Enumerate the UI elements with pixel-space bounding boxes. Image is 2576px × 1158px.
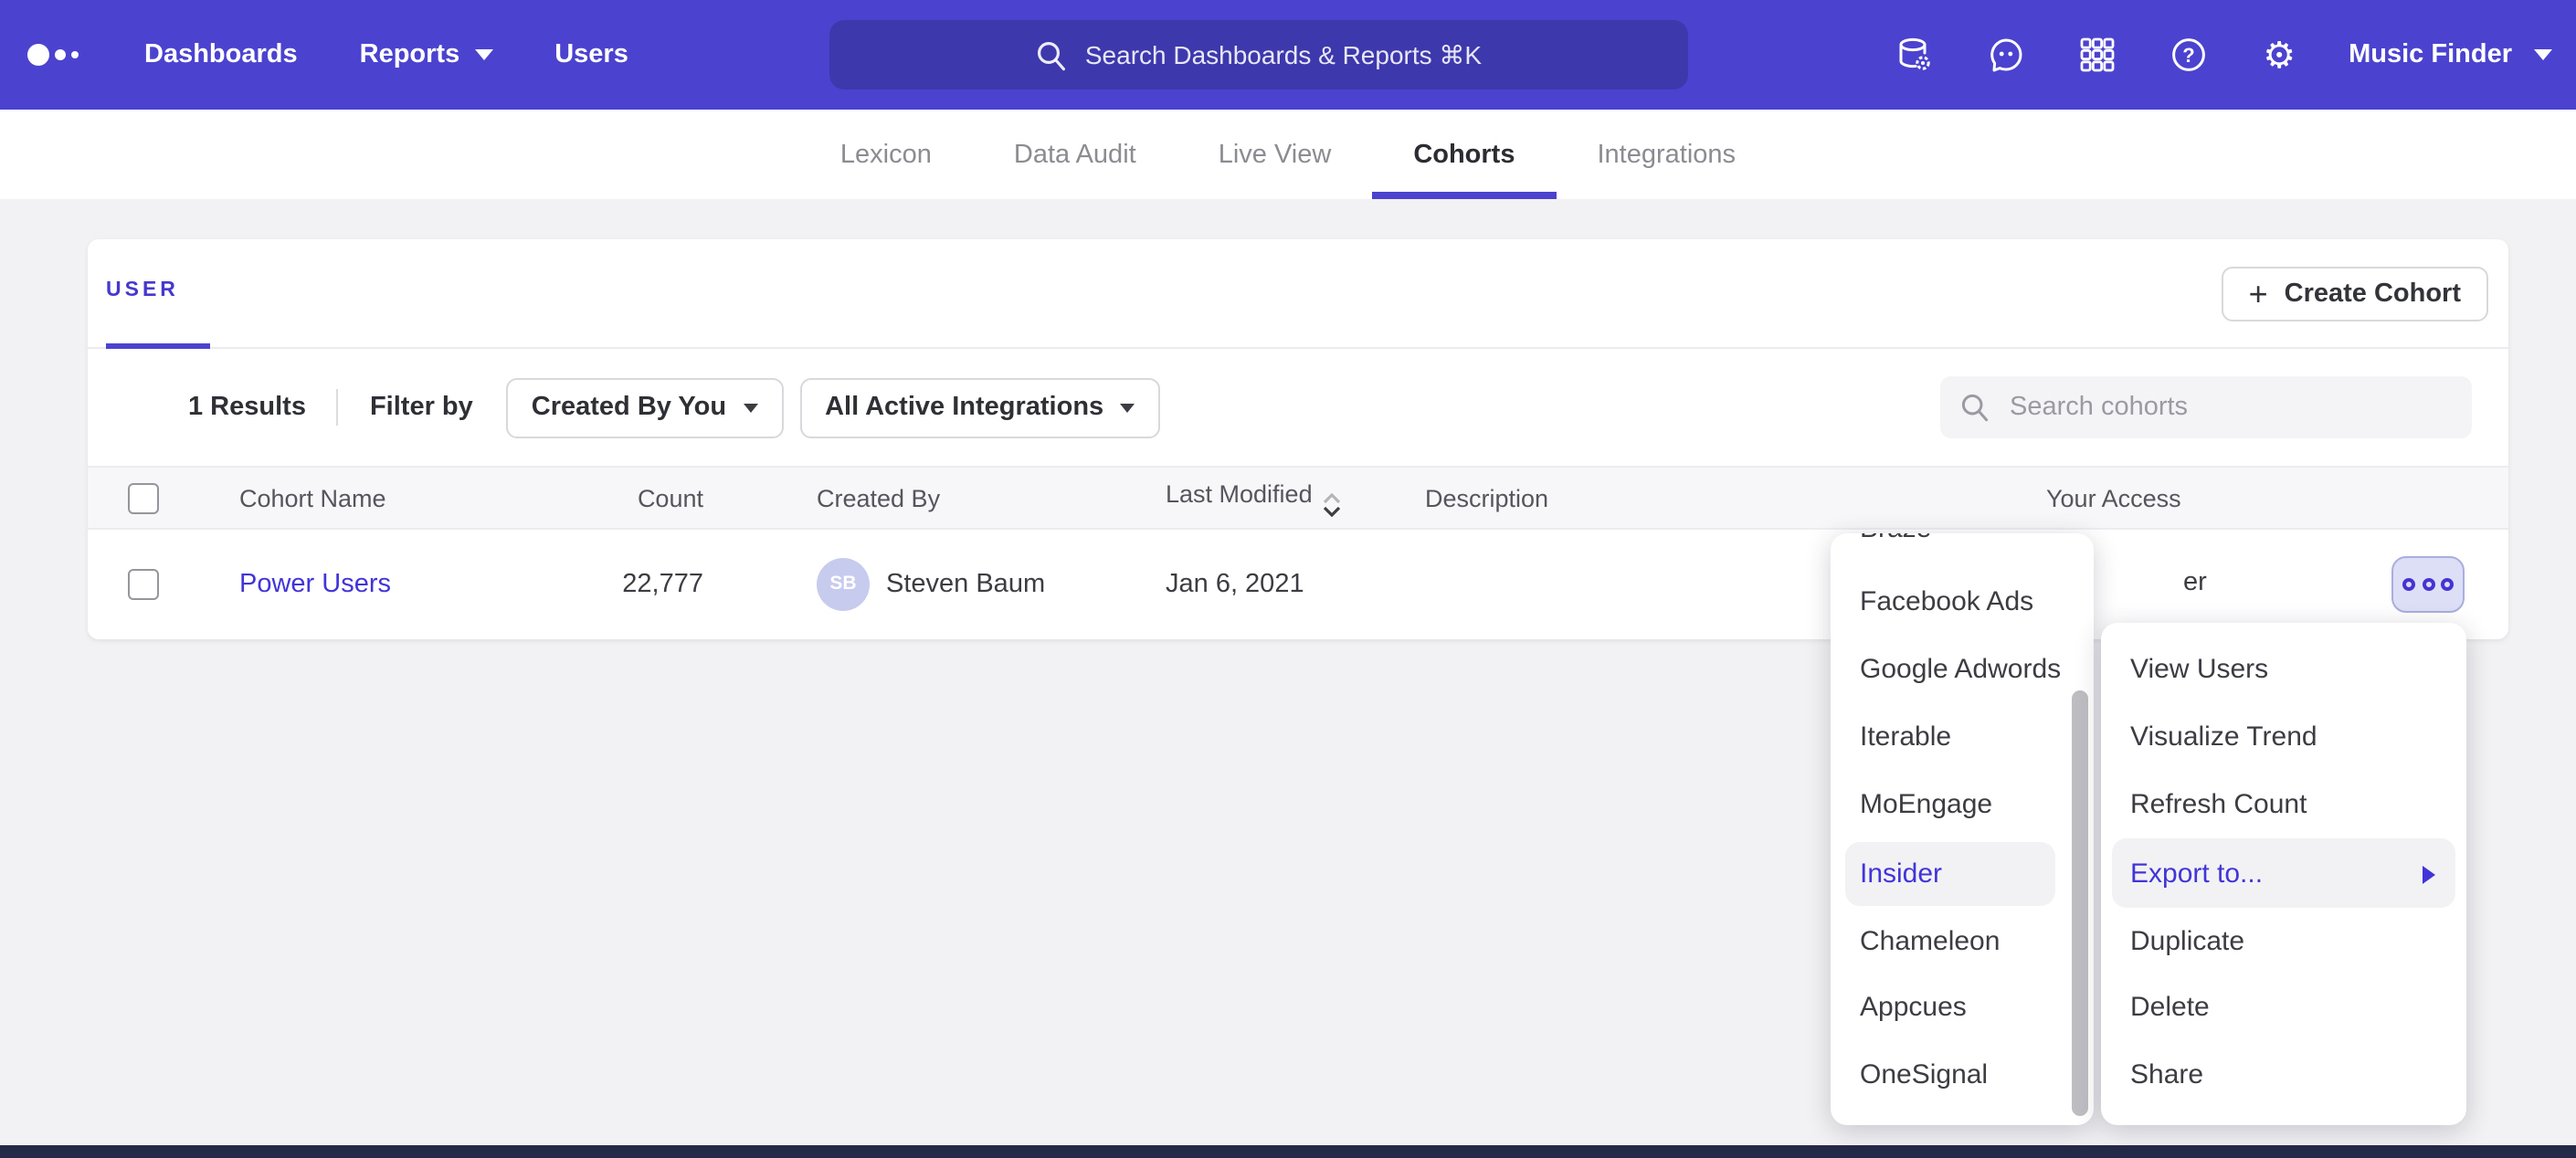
avatar: SB xyxy=(817,557,870,610)
app-window: Dashboards Reports Users Search Dashboar… xyxy=(0,0,2576,1158)
cohort-count: 22,777 xyxy=(622,569,703,598)
select-all-checkbox[interactable] xyxy=(128,482,159,513)
menu-item-share[interactable]: Share xyxy=(2101,1043,2466,1107)
tab-user-cohorts[interactable]: USER xyxy=(106,279,179,301)
menu-scrollbar[interactable] xyxy=(2072,690,2088,1116)
menu-item-refresh-count[interactable]: Refresh Count xyxy=(2101,773,2466,837)
apps-grid-icon[interactable] xyxy=(2075,33,2118,77)
project-selector[interactable]: Music Finder xyxy=(2349,40,2552,69)
menu-item-moengage[interactable]: MoEngage xyxy=(1831,773,2094,837)
menu-item-braze[interactable]: Braze xyxy=(1831,533,2094,561)
divider xyxy=(337,389,339,426)
tab-live-view[interactable]: Live View xyxy=(1215,110,1336,199)
row-actions-menu: View Users Visualize Trend Refresh Count… xyxy=(2101,623,2466,1125)
active-tab-underline xyxy=(1371,192,1557,199)
menu-item-appcues[interactable]: Appcues xyxy=(1831,975,2094,1039)
svg-text:?: ? xyxy=(2181,44,2193,67)
feedback-chat-icon[interactable] xyxy=(1983,33,2027,77)
menu-item-facebook-ads[interactable]: Facebook Ads xyxy=(1831,570,2094,634)
table-header: Cohort Name Count Created By Last Modifi… xyxy=(88,466,2508,530)
filter-by-label: Filter by xyxy=(370,393,473,422)
data-management-icon[interactable] xyxy=(1892,33,1936,77)
search-icon xyxy=(1960,393,1990,422)
global-search-button[interactable]: Search Dashboards & Reports ⌘K xyxy=(829,20,1688,89)
bottom-bar xyxy=(0,1145,2576,1158)
top-navbar: Dashboards Reports Users Search Dashboar… xyxy=(0,0,2576,110)
table-row[interactable]: Power Users 22,777 SB Steven Baum Jan 6,… xyxy=(88,530,2508,637)
cohort-search-box[interactable] xyxy=(1940,376,2472,438)
mixpanel-dots-logo[interactable] xyxy=(27,44,93,66)
last-modified-date: Jan 6, 2021 xyxy=(1166,569,1304,598)
chevron-down-icon xyxy=(2534,49,2552,60)
menu-item-insider[interactable]: Insider xyxy=(1831,842,2094,906)
row-actions-button[interactable] xyxy=(2391,555,2465,612)
row-checkbox[interactable] xyxy=(128,568,159,599)
menu-item-visualize-trend[interactable]: Visualize Trend xyxy=(2101,705,2466,769)
col-count[interactable]: Count xyxy=(638,484,703,511)
ellipsis-icon xyxy=(2402,577,2415,590)
col-your-access[interactable]: Your Access xyxy=(2046,484,2181,511)
global-search-placeholder: Search Dashboards & Reports ⌘K xyxy=(1085,39,1482,70)
your-access-value-partial: er xyxy=(2183,568,2207,597)
create-cohort-button[interactable]: + Create Cohort xyxy=(2222,267,2488,321)
menu-item-delete[interactable]: Delete xyxy=(2101,975,2466,1039)
chevron-down-icon xyxy=(474,49,492,60)
sort-icon xyxy=(1324,492,1342,516)
chevron-down-icon xyxy=(743,403,757,412)
cohorts-card: USER + Create Cohort 1 Results Filter by… xyxy=(88,239,2508,639)
menu-item-onesignal[interactable]: OneSignal xyxy=(1831,1043,2094,1107)
menu-item-chameleon[interactable]: Chameleon xyxy=(1831,910,2094,974)
col-description[interactable]: Description xyxy=(1425,484,1548,511)
cohort-search-input[interactable] xyxy=(2006,391,2426,424)
section-tabbar: Lexicon Data Audit Live View Cohorts Int… xyxy=(0,110,2576,199)
menu-item-iterable[interactable]: Iterable xyxy=(1831,705,2094,769)
nav-users[interactable]: Users xyxy=(554,40,628,69)
nav-reports[interactable]: Reports xyxy=(360,40,493,69)
nav-dashboards[interactable]: Dashboards xyxy=(144,40,298,69)
tab-data-audit[interactable]: Data Audit xyxy=(1010,110,1140,199)
tab-cohorts[interactable]: Cohorts xyxy=(1409,110,1518,199)
submenu-arrow-icon xyxy=(2423,865,2435,883)
cohort-name-link[interactable]: Power Users xyxy=(239,569,391,598)
tab-lexicon[interactable]: Lexicon xyxy=(837,110,935,199)
settings-gear-icon[interactable]: ⚙ xyxy=(2257,33,2301,77)
project-name: Music Finder xyxy=(2349,40,2512,69)
col-cohort-name[interactable]: Cohort Name xyxy=(239,484,386,511)
results-count: 1 Results xyxy=(188,393,306,422)
search-icon xyxy=(1036,39,1067,70)
menu-item-export-to[interactable]: Export to... xyxy=(2101,842,2466,906)
filter-toolbar: 1 Results Filter by Created By You All A… xyxy=(88,349,2508,466)
chevron-down-icon xyxy=(1120,403,1135,412)
integrations-filter[interactable]: All Active Integrations xyxy=(799,377,1160,437)
help-icon[interactable]: ? xyxy=(2166,33,2210,77)
col-last-modified[interactable]: Last Modified xyxy=(1166,479,1342,516)
created-by-name: Steven Baum xyxy=(886,569,1045,598)
plus-icon: + xyxy=(2249,277,2268,310)
menu-item-duplicate[interactable]: Duplicate xyxy=(2101,910,2466,974)
menu-item-google-adwords[interactable]: Google Adwords xyxy=(1831,637,2094,701)
tab-integrations[interactable]: Integrations xyxy=(1594,110,1740,199)
col-created-by[interactable]: Created By xyxy=(817,484,940,511)
menu-item-view-users[interactable]: View Users xyxy=(2101,637,2466,701)
created-by-filter[interactable]: Created By You xyxy=(506,377,783,437)
export-destinations-menu: Braze Facebook Ads Google Adwords Iterab… xyxy=(1831,533,2094,1125)
cohort-type-tabs: USER + Create Cohort xyxy=(88,239,2508,349)
